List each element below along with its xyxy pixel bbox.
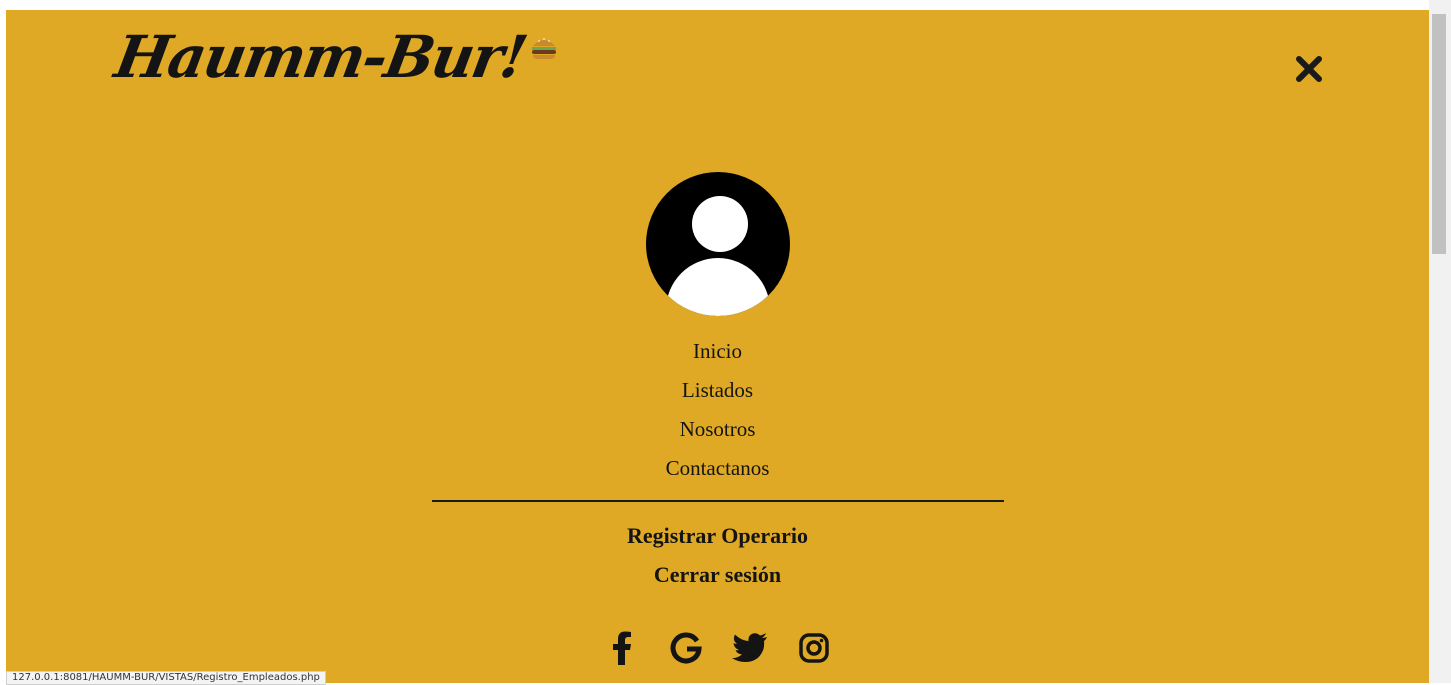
social-links (6, 630, 1429, 666)
side-menu: Inicio Listados Nosotros Contactanos Reg… (6, 172, 1429, 594)
scrollbar-thumb[interactable] (1432, 14, 1446, 254)
burger-icon (531, 38, 556, 59)
instagram-icon[interactable] (796, 630, 832, 666)
nav-item-nosotros[interactable]: Nosotros (680, 410, 756, 449)
menu-divider (431, 500, 1004, 502)
brand-name: Haumm-Bur! (110, 23, 531, 91)
nav-item-listados[interactable]: Listados (682, 371, 753, 410)
register-operator-link[interactable]: Registrar Operario (627, 516, 808, 555)
google-icon[interactable] (668, 630, 704, 666)
user-avatar-icon (645, 172, 790, 316)
nav-item-contactanos[interactable]: Contactanos (666, 449, 770, 488)
facebook-icon[interactable] (604, 630, 640, 666)
logout-link[interactable]: Cerrar sesión (654, 555, 781, 594)
menu-overlay: Haumm-Bur! Inicio Listados Nosotros Cont… (6, 10, 1429, 683)
brand-logo[interactable]: Haumm-Bur! (110, 23, 559, 91)
scrollbar[interactable] (1429, 0, 1451, 683)
twitter-icon[interactable] (731, 630, 768, 666)
close-icon[interactable] (1292, 52, 1326, 86)
nav-item-inicio[interactable]: Inicio (693, 332, 742, 371)
